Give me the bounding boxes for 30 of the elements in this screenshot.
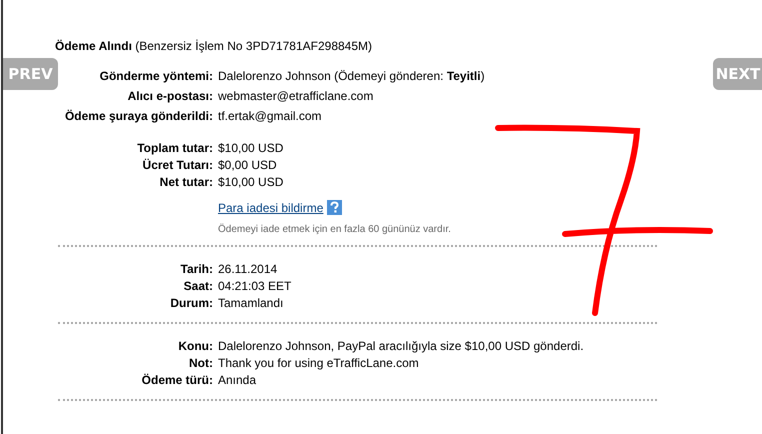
field-label: Ödeme şuraya gönderildi: (64, 108, 213, 125)
field-label: Not: (189, 355, 213, 372)
field-label: Net tutar: (160, 174, 213, 191)
field-value: $0,00 USD (218, 157, 277, 174)
field-value: webmaster@etrafficlane.com (218, 88, 374, 105)
field-label: Toplam tutar: (137, 140, 213, 157)
next-button[interactable]: NEXT (713, 58, 762, 90)
field-value: Dalelorenzo Johnson, PayPal aracılığıyla size $10,00 USD gönderdi. (218, 338, 584, 355)
field-label: Saat: (184, 278, 213, 295)
field-value: Thank you for using eTrafficLane.com (218, 355, 419, 372)
field-label: Konu: (178, 338, 213, 355)
field-label: Durum: (170, 295, 213, 312)
field-label: Gönderme yöntemi: (100, 68, 213, 85)
refund-link[interactable]: Para iadesi bildirme (218, 200, 324, 214)
field-value: Dalelorenzo Johnson (Ödemeyi gönderen: Teyitli) (218, 68, 485, 85)
receipt-title: Ödeme Alındı (Benzersiz İşlem No 3PD71781AF298845M) (54, 38, 374, 54)
field-value: tf.ertak@gmail.com (218, 108, 322, 125)
field-value: Anında (218, 372, 256, 389)
field-value: $10,00 USD (218, 174, 284, 191)
previous-button[interactable]: PREV (3, 58, 58, 90)
field-label: Alıcı e-postası: (128, 88, 213, 105)
field-label: Tarih: (180, 261, 213, 278)
field-value: 26.11.2014 (218, 261, 278, 278)
refund-note: Ödemeyi iade etmek için en fazla 60 gününüz vardır. (218, 224, 451, 235)
help-icon[interactable] (327, 200, 342, 215)
field-value: $10,00 USD (218, 140, 284, 157)
field-label: Ücret Tutarı: (142, 157, 213, 174)
field-label: Ödeme türü: (142, 372, 213, 389)
field-value: Tamamlandı (218, 295, 284, 312)
field-value: 04:21:03 EET (218, 278, 292, 295)
